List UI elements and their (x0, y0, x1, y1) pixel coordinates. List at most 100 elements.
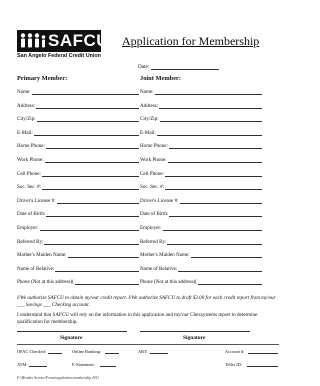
date-line[interactable] (150, 65, 219, 70)
primary-mother-s-maiden-name-line[interactable] (68, 253, 139, 259)
e-statement-field[interactable]: E-Statement: (72, 362, 122, 368)
primary-address-line[interactable] (36, 104, 139, 109)
primary-city-zip-line[interactable] (37, 117, 139, 123)
joint-name-of-relative-line[interactable] (178, 267, 262, 272)
joint-name-label: Name: (140, 89, 154, 95)
primary-e-mail-label: E-Mail: (17, 129, 33, 136)
joint-mother-s-maiden-name-field[interactable]: Mother's Maiden Name: (140, 252, 262, 259)
joint-e-mail-label: E-Mail: (140, 129, 156, 136)
primary-driver-s-license-field[interactable]: Driver's License #: (17, 198, 139, 205)
joint-name-of-relative-label: Name of Relative: (140, 265, 178, 272)
account-number-label: Account #: (225, 349, 245, 354)
joint-home-phone-field[interactable]: Home Phone: (140, 143, 262, 150)
art-field[interactable]: ART: (138, 349, 178, 355)
primary-cell-phone-label: Cell Phone: (17, 170, 41, 177)
primary-phone-not-at-this-address-label: Phone (Not at this address)( (17, 279, 74, 286)
joint-phone-not-at-this-address-line[interactable] (198, 280, 262, 286)
joint-address-line[interactable] (159, 104, 262, 109)
joint-work-phone-field[interactable]: Work Phone: (140, 157, 262, 164)
joint-work-phone-line[interactable] (168, 158, 262, 163)
date-label: Date: (138, 64, 150, 70)
joint-city-zip-field[interactable]: City/Zip: (140, 116, 262, 123)
primary-name-of-relative-line[interactable] (55, 267, 139, 272)
file-path-footer: F:\Member Service\Forms\application memb… (17, 376, 99, 380)
joint-phone-not-at-this-address-label: Phone (Not at this address)( (140, 279, 197, 286)
primary-referred-by-field[interactable]: Referred By: (17, 239, 139, 246)
joint-member-heading: Joint Member: (140, 75, 181, 82)
primary-employer-line[interactable] (40, 226, 139, 231)
date-field[interactable]: Date: (138, 64, 219, 70)
primary-signature-label: Signature (60, 335, 83, 341)
primary-e-mail-line[interactable] (34, 131, 139, 136)
joint-cell-phone-field[interactable]: Cell Phone: (140, 171, 262, 178)
joint-signature-label: Signature (183, 335, 206, 341)
primary-cell-phone-line[interactable] (42, 172, 139, 177)
primary-employer-label: Employer: (17, 225, 39, 231)
joint-city-zip-line[interactable] (160, 117, 262, 123)
primary-mother-s-maiden-name-field[interactable]: Mother's Maiden Name: (17, 252, 139, 259)
primary-name-of-relative-field[interactable]: Name of Relative: (17, 266, 139, 273)
primary-city-zip-label: City/Zip: (17, 116, 36, 123)
primary-name-field[interactable]: Name: (17, 89, 139, 96)
joint-home-phone-label: Home Phone: (140, 143, 168, 150)
membership-application-page: SAFCU San Angelo Federal Credit Union Ap… (0, 0, 298, 386)
joint-referred-by-line[interactable] (167, 240, 262, 245)
joint-home-phone-line[interactable] (169, 144, 262, 150)
primary-e-mail-field[interactable]: E-Mail: (17, 130, 139, 137)
online-banking-field[interactable]: Online Banking: (72, 349, 122, 355)
joint-cell-phone-label: Cell Phone: (140, 170, 164, 177)
joint-date-of-birth-line[interactable] (169, 212, 262, 218)
primary-city-zip-field[interactable]: City/Zip: (17, 116, 139, 123)
joint-name-line[interactable] (155, 90, 262, 95)
primary-soc-sec-line[interactable] (42, 185, 139, 191)
primary-date-of-birth-field[interactable]: Date of Birth: (17, 211, 139, 218)
joint-name-field[interactable]: Name: (140, 89, 262, 96)
joint-employer-field[interactable]: Employer: (140, 225, 262, 232)
joint-e-mail-line[interactable] (157, 131, 262, 136)
joint-driver-s-license-field[interactable]: Driver's License #: (140, 198, 262, 205)
art-label: ART: (138, 349, 148, 354)
joint-date-of-birth-field[interactable]: Date of Birth: (140, 211, 262, 218)
primary-soc-sec-label: Soc. Sec. #: (17, 184, 42, 191)
joint-phone-not-at-this-address-field[interactable]: Phone (Not at this address)( (140, 279, 262, 286)
joint-referred-by-field[interactable]: Referred By: (140, 239, 262, 246)
joint-signature-line[interactable] (140, 330, 250, 332)
joint-address-field[interactable]: Address: (140, 103, 262, 110)
primary-address-field[interactable]: Address: (17, 103, 139, 110)
primary-work-phone-field[interactable]: Work Phone: (17, 157, 139, 164)
teller-id-field[interactable]: Teller ID: (225, 362, 281, 368)
primary-home-phone-field[interactable]: Home Phone: (17, 143, 139, 150)
primary-driver-s-license-line[interactable] (57, 199, 139, 204)
primary-referred-by-line[interactable] (44, 240, 139, 245)
primary-home-phone-line[interactable] (46, 144, 139, 150)
account-number-field[interactable]: Account #: (225, 349, 281, 355)
joint-e-mail-field[interactable]: E-Mail: (140, 130, 262, 137)
joint-soc-sec-field[interactable]: Soc. Sec. #: (140, 184, 262, 191)
primary-phone-not-at-this-address-line[interactable] (75, 280, 139, 286)
joint-mother-s-maiden-name-line[interactable] (191, 253, 262, 259)
primary-cell-phone-field[interactable]: Cell Phone: (17, 171, 139, 178)
primary-referred-by-label: Referred By: (17, 238, 44, 245)
joint-soc-sec-line[interactable] (165, 185, 262, 191)
primary-signature-line[interactable] (17, 330, 127, 332)
credit-authorization-text: I/We authorize SAFCU to obtain my/our cr… (17, 295, 276, 308)
primary-phone-not-at-this-address-field[interactable]: Phone (Not at this address)( (17, 279, 139, 286)
primary-name-label: Name: (17, 89, 31, 95)
joint-name-of-relative-field[interactable]: Name of Relative: (140, 266, 262, 273)
primary-soc-sec-field[interactable]: Soc. Sec. #: (17, 184, 139, 191)
primary-name-line[interactable] (32, 90, 139, 95)
atm-field[interactable]: ATM: (17, 362, 67, 368)
primary-date-of-birth-line[interactable] (46, 212, 139, 218)
primary-employer-field[interactable]: Employer: (17, 225, 139, 232)
atm-label: ATM: (17, 362, 28, 367)
primary-work-phone-line[interactable] (45, 158, 139, 163)
membership-understanding-text: I understand that SAFCU will rely on the… (17, 312, 258, 325)
joint-employer-line[interactable] (163, 226, 262, 231)
joint-cell-phone-line[interactable] (165, 172, 262, 177)
joint-city-zip-label: City/Zip: (140, 116, 159, 123)
joint-driver-s-license-line[interactable] (180, 199, 262, 204)
ofac-checked-field[interactable]: OFAC Checked: (17, 349, 67, 355)
teller-id-label: Teller ID: (225, 362, 243, 367)
safcu-logo: SAFCU San Angelo Federal Credit Union (17, 30, 109, 62)
primary-driver-s-license-label: Driver's License #: (17, 197, 56, 204)
